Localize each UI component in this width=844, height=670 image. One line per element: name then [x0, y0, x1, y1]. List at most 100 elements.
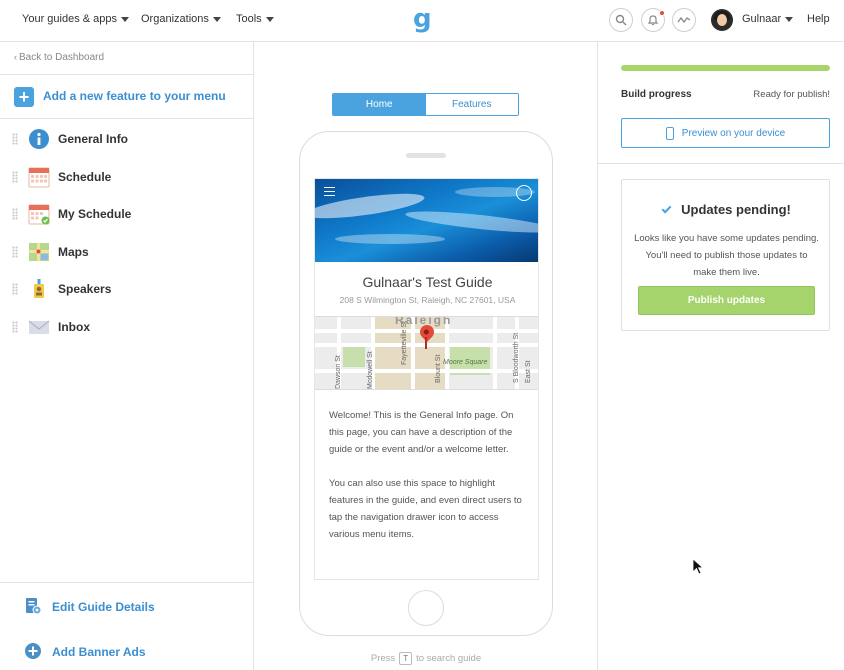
feature-menu-list: General Info Schedule My Schedule Maps S… — [0, 120, 253, 346]
nav-organizations[interactable]: Organizations — [141, 13, 221, 25]
back-to-dashboard-label: Back to Dashboard — [19, 52, 105, 63]
top-navigation: Your guides & apps Organizations Tools g… — [0, 0, 844, 42]
nav-organizations-label: Organizations — [141, 13, 209, 25]
build-progress-status: Ready for publish! — [753, 89, 830, 100]
add-banner-ads-label: Add Banner Ads — [52, 645, 146, 659]
map-street-label: Dawson St — [335, 355, 342, 389]
activity-button[interactable] — [672, 8, 696, 32]
bell-icon — [647, 15, 659, 26]
add-circle-icon — [25, 643, 41, 659]
add-feature-label: Add a new feature to your menu — [43, 89, 226, 103]
calendar-icon — [28, 167, 50, 188]
drag-handle-icon[interactable] — [12, 320, 18, 333]
map-park-label: Moore Square — [443, 359, 488, 366]
divider — [598, 163, 844, 164]
keyboard-key-t: T — [399, 652, 413, 665]
body-paragraph: You can also use this space to highlight… — [329, 478, 522, 540]
drag-handle-icon[interactable] — [12, 133, 18, 145]
back-to-dashboard-link[interactable]: ‹ Back to Dashboard — [14, 52, 104, 63]
edit-guide-details-label: Edit Guide Details — [52, 600, 155, 614]
search-hint-rest: to search guide — [416, 653, 482, 665]
add-feature-button[interactable]: + Add a new feature to your menu — [0, 74, 253, 119]
publish-updates-button[interactable]: Publish updates — [638, 286, 815, 315]
avatar-face — [717, 14, 727, 26]
help-link[interactable]: Help — [807, 13, 830, 25]
general-info-body: Welcome! This is the General Info page. … — [329, 407, 529, 543]
build-progress-fill — [621, 65, 830, 71]
build-progress-label: Build progress — [621, 89, 692, 100]
map-pin-tail — [425, 337, 427, 349]
location-map[interactable]: Raleigh Moore Square Fayetteville St Blo… — [315, 316, 538, 390]
updates-pending-title: Updates pending! — [681, 202, 791, 217]
updates-pending-title-row: Updates pending! — [622, 202, 831, 217]
plus-icon: + — [14, 87, 34, 107]
drag-handle-icon[interactable] — [12, 208, 18, 221]
updates-pending-card: Updates pending! Looks like you have som… — [621, 179, 830, 331]
nav-guides-apps-label: Your guides & apps — [22, 13, 117, 25]
phone-screen: Gulnaar's Test Guide 208 S Wilmington St… — [314, 178, 539, 580]
caret-down-icon — [212, 16, 221, 22]
sidebar-item-schedule[interactable]: Schedule — [0, 158, 253, 196]
map-street-label: Blount St — [435, 354, 442, 383]
drag-handle-icon[interactable] — [12, 283, 18, 296]
nav-guides-apps[interactable]: Your guides & apps — [22, 13, 129, 25]
sidebar-item-label: General Info — [58, 132, 129, 146]
guide-address: 208 S Wilmington St, Raleigh, NC 27601, … — [339, 295, 516, 305]
checkmark-icon — [661, 203, 672, 214]
preview-on-device-button[interactable]: Preview on your device — [621, 118, 830, 148]
nav-tools[interactable]: Tools — [236, 13, 274, 25]
guide-title: Gulnaar's Test Guide — [362, 274, 493, 290]
phone-mockup: Gulnaar's Test Guide 208 S Wilmington St… — [299, 131, 553, 636]
map-icon — [29, 242, 49, 261]
user-name: Gulnaar — [742, 13, 782, 25]
mobile-phone-icon — [665, 126, 674, 140]
map-street-label: East St — [525, 360, 532, 383]
sidebar-item-maps[interactable]: Maps — [0, 233, 253, 271]
tab-features[interactable]: Features — [425, 94, 518, 115]
edit-guide-details-link[interactable]: Edit Guide Details — [0, 597, 253, 627]
body-paragraph: Welcome! This is the General Info page. … — [329, 410, 514, 455]
chevron-left-icon: ‹ — [14, 52, 17, 62]
map-street-label: Fayetteville St — [401, 321, 408, 365]
tab-home[interactable]: Home — [333, 94, 426, 115]
sidebar-item-speakers[interactable]: Speakers — [0, 270, 253, 308]
search-button[interactable] — [609, 8, 633, 32]
caret-down-icon — [121, 16, 129, 22]
search-hint-press: Press — [370, 653, 396, 665]
caret-down-icon — [785, 16, 794, 22]
user-profile-icon[interactable] — [516, 185, 532, 201]
hamburger-menu-icon[interactable] — [324, 187, 335, 196]
guide-settings-icon — [26, 598, 42, 615]
drag-handle-icon[interactable] — [12, 245, 18, 258]
add-banner-ads-link[interactable]: Add Banner Ads — [0, 642, 253, 670]
updates-pending-description: Looks like you have some updates pending… — [634, 233, 819, 278]
avatar[interactable] — [711, 9, 733, 31]
envelope-icon — [28, 320, 50, 334]
sidebar: ‹ Back to Dashboard + Add a new feature t… — [0, 42, 254, 670]
sidebar-item-label: Schedule — [58, 169, 112, 184]
search-hint: Press Tto search guide — [254, 652, 598, 665]
speaker-badge-icon — [34, 279, 44, 299]
preview-panel: Home Features Gulnaar's Test Guide 208 S… — [254, 42, 598, 670]
sidebar-item-general-info[interactable]: General Info — [0, 120, 253, 158]
activity-wave-icon — [677, 16, 691, 24]
preview-on-device-label: Preview on your device — [681, 127, 786, 139]
sidebar-item-label: Speakers — [58, 282, 112, 297]
app-logo[interactable]: g — [413, 4, 432, 34]
sidebar-item-label: Maps — [58, 244, 89, 259]
map-street-label: Mcdowell St — [367, 351, 374, 389]
mouse-pointer-icon — [692, 558, 705, 575]
notification-dot — [659, 10, 665, 16]
user-menu[interactable]: Gulnaar — [742, 13, 794, 25]
hero-ocean-image — [315, 179, 538, 262]
sidebar-item-inbox[interactable]: Inbox — [0, 308, 253, 346]
notifications-button[interactable] — [641, 8, 665, 32]
publish-panel: Build progress Ready for publish! Previe… — [598, 42, 844, 670]
calendar-check-icon — [28, 204, 50, 225]
preview-tabs: Home Features — [332, 93, 519, 116]
phone-speaker — [406, 153, 446, 158]
map-street-label: S Bloodworth St — [513, 332, 520, 383]
sidebar-item-my-schedule[interactable]: My Schedule — [0, 195, 253, 233]
search-icon — [615, 14, 627, 26]
drag-handle-icon[interactable] — [12, 170, 18, 183]
